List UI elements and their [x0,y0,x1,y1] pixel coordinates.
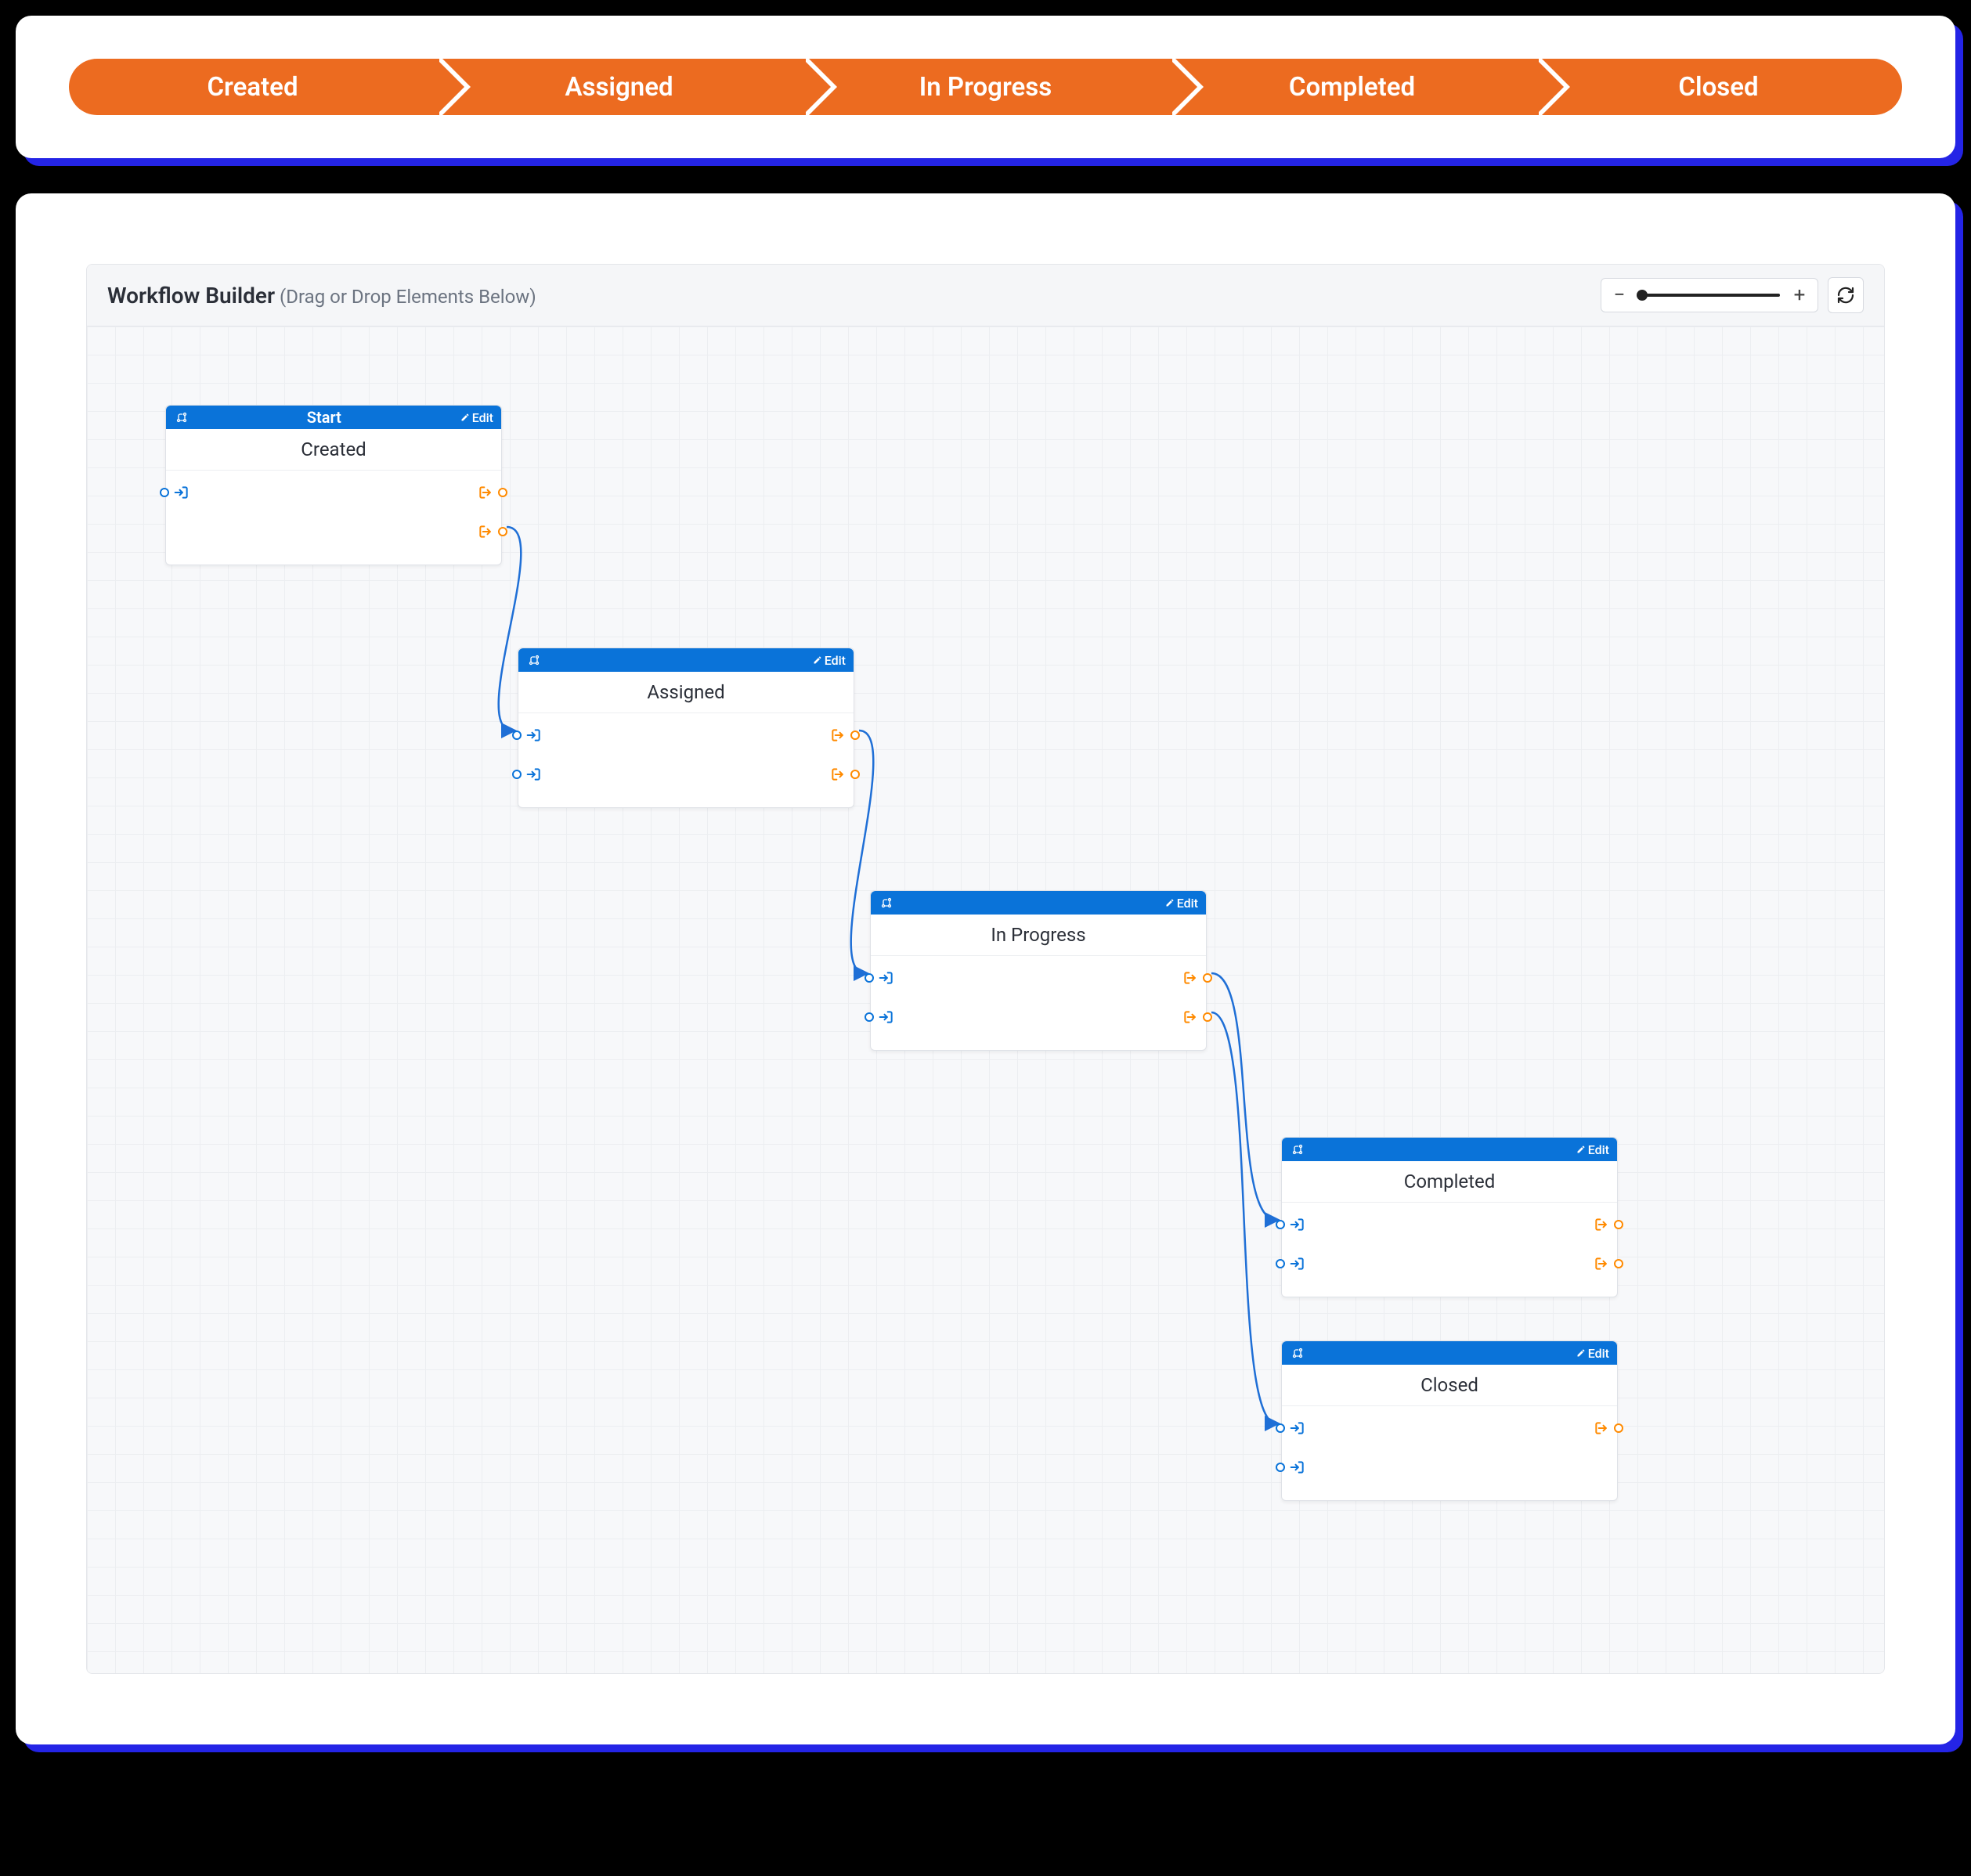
node-label: Closed [1282,1365,1617,1406]
input-port[interactable] [512,767,542,782]
progress-step-completed[interactable]: Completed [1168,59,1536,115]
input-port[interactable] [512,727,542,743]
progress-step-inprogress[interactable]: In Progress [802,59,1169,115]
edit-label: Edit [472,410,493,425]
output-port[interactable] [478,485,507,500]
port-dot-icon [1276,1423,1285,1433]
progress-step-closed[interactable]: Closed [1535,59,1902,115]
output-port[interactable] [830,727,860,743]
output-port[interactable] [478,524,507,539]
progress-card: Created Assigned In Progress Completed C… [16,16,1955,158]
zoom-in-button[interactable]: + [1791,283,1808,307]
node-body [166,471,501,565]
port-dot-icon [160,488,169,497]
drag-handle-icon[interactable] [175,411,188,424]
builder-title-wrap: Workflow Builder (Drag or Drop Elements … [107,283,536,308]
output-port[interactable] [1594,1256,1623,1272]
edit-node-button[interactable]: Edit [1165,896,1198,911]
output-port[interactable] [1594,1420,1623,1436]
output-port[interactable] [1182,1009,1212,1025]
workflow-node-created[interactable]: Start Edit Created [165,405,502,565]
port-dot-icon [1203,1012,1212,1022]
builder-subtitle: (Drag or Drop Elements Below) [280,286,536,308]
node-header[interactable]: xEdit [518,648,854,672]
builder-canvas[interactable]: StartEditCreatedxEditAssignedxEditIn Pro… [87,326,1884,1673]
workflow-builder-card: Workflow Builder (Drag or Drop Elements … [16,193,1955,1744]
progress-bar: Created Assigned In Progress Completed C… [69,59,1902,115]
node-header[interactable]: Start Edit [166,406,501,429]
refresh-button[interactable] [1828,277,1864,313]
port-dot-icon [1276,1463,1285,1472]
output-port[interactable] [1594,1217,1623,1232]
workflow-node-in-progress[interactable]: xEditIn Progress [870,890,1207,1051]
zoom-out-button[interactable]: − [1611,283,1628,307]
input-port[interactable] [865,1009,894,1025]
port-dot-icon [1203,973,1212,983]
workflow-node-assigned[interactable]: xEditAssigned [518,648,854,808]
progress-step-created[interactable]: Created [69,59,436,115]
port-dot-icon [1276,1220,1285,1229]
edit-node-button[interactable]: Edit [813,653,846,668]
port-dot-icon [498,488,507,497]
node-label: Completed [1282,1161,1617,1203]
input-port[interactable] [1276,1217,1305,1232]
port-dot-icon [1614,1220,1623,1229]
drag-handle-icon[interactable] [528,654,540,666]
workflow-builder: Workflow Builder (Drag or Drop Elements … [86,264,1885,1674]
node-header[interactable]: xEdit [1282,1341,1617,1365]
zoom-control[interactable]: − + [1601,278,1818,312]
node-header[interactable]: xEdit [1282,1138,1617,1161]
workflow-node-closed[interactable]: xEditClosed [1281,1340,1618,1501]
node-body [518,713,854,807]
port-dot-icon [1614,1423,1623,1433]
port-dot-icon [1614,1259,1623,1268]
edit-label: Edit [1588,1346,1609,1361]
node-body [1282,1203,1617,1297]
zoom-slider-thumb[interactable] [1637,290,1648,301]
refresh-icon [1836,286,1855,305]
drag-handle-icon[interactable] [1291,1347,1304,1359]
edit-label: Edit [825,653,846,668]
input-port[interactable] [160,485,190,500]
input-port[interactable] [1276,1420,1305,1436]
edit-node-button[interactable]: Edit [1576,1142,1609,1157]
workflow-node-completed[interactable]: xEditCompleted [1281,1137,1618,1297]
node-header[interactable]: xEdit [871,891,1206,915]
node-label: Created [166,429,501,471]
progress-step-assigned[interactable]: Assigned [435,59,803,115]
input-port[interactable] [1276,1459,1305,1475]
port-dot-icon [498,527,507,536]
port-dot-icon [850,770,860,779]
output-port[interactable] [1182,970,1212,986]
builder-tools: − + [1601,277,1864,313]
port-dot-icon [865,973,874,983]
edit-node-button[interactable]: Edit [1576,1346,1609,1361]
input-port[interactable] [865,970,894,986]
node-body [1282,1406,1617,1500]
edit-label: Edit [1588,1142,1609,1157]
edit-label: Edit [1177,896,1198,911]
node-head-title: Start [194,408,454,427]
builder-header: Workflow Builder (Drag or Drop Elements … [87,265,1884,326]
port-dot-icon [850,731,860,740]
edit-node-button[interactable]: Edit [460,410,493,425]
drag-handle-icon[interactable] [1291,1143,1304,1156]
port-dot-icon [512,770,522,779]
zoom-slider-track[interactable] [1639,294,1780,297]
port-dot-icon [1276,1259,1285,1268]
node-label: Assigned [518,672,854,713]
input-port[interactable] [1276,1256,1305,1272]
port-dot-icon [865,1012,874,1022]
builder-title: Workflow Builder [107,283,275,308]
drag-handle-icon[interactable] [880,897,893,909]
port-dot-icon [512,731,522,740]
node-body [871,956,1206,1050]
node-label: In Progress [871,915,1206,956]
output-port[interactable] [830,767,860,782]
